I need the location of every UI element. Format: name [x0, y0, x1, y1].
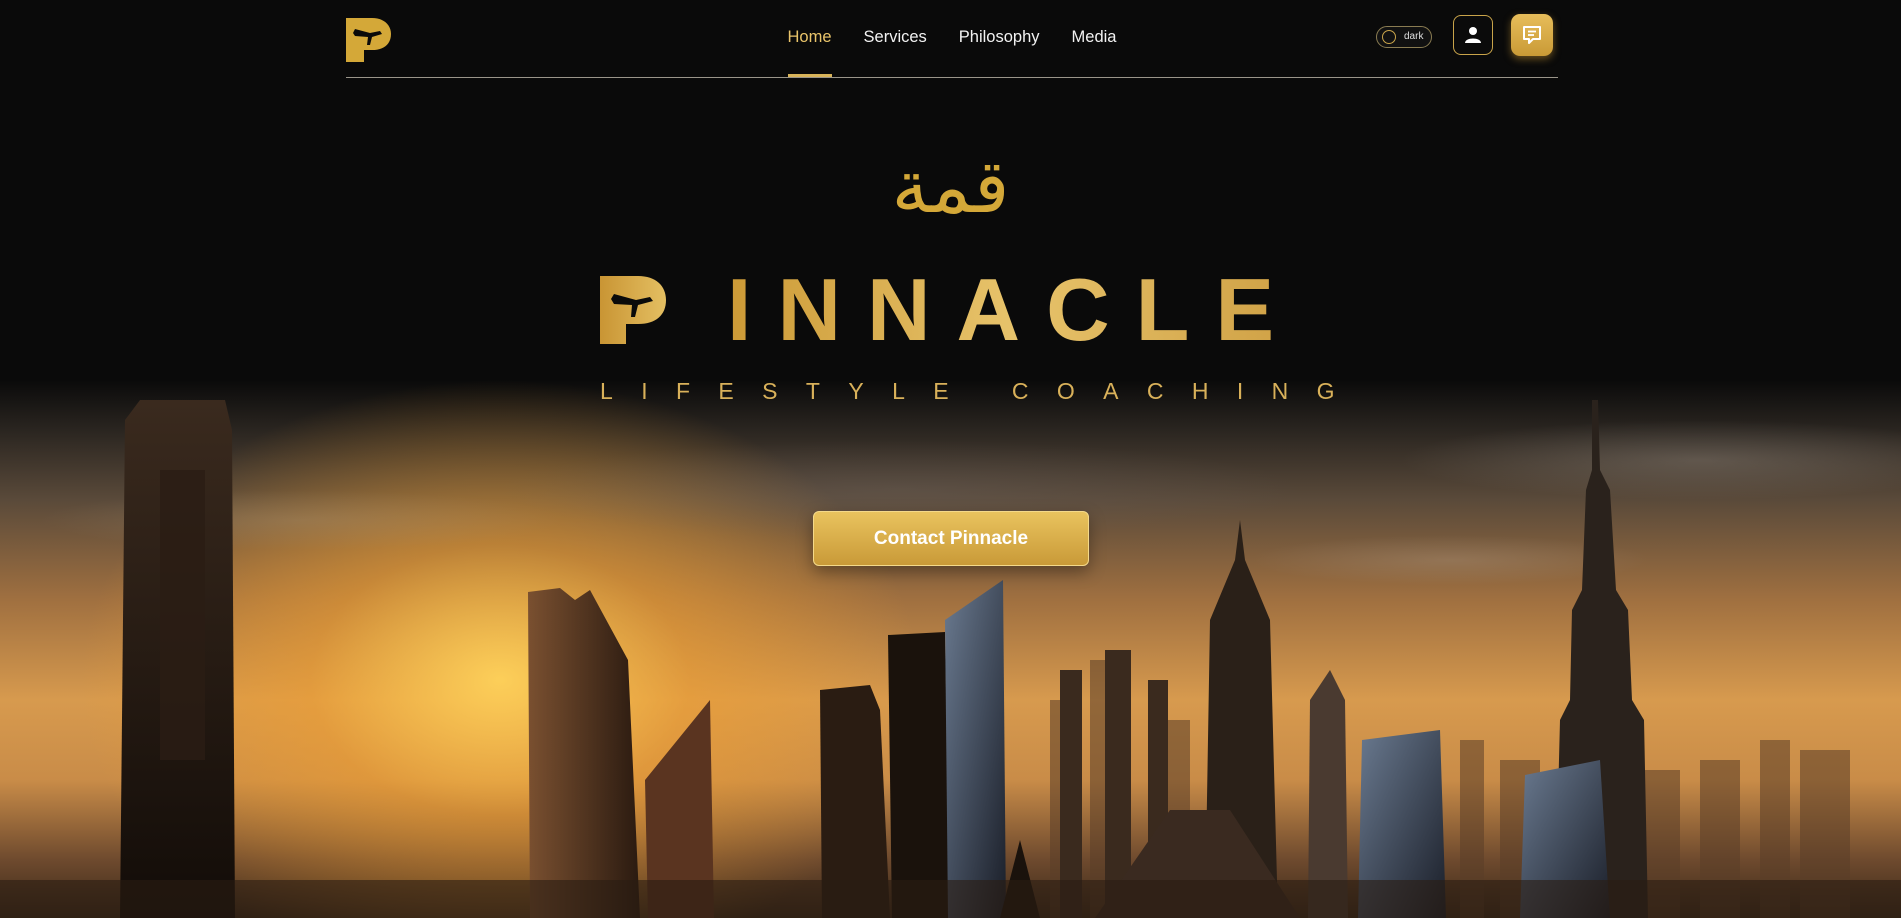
brand-name: INNACLE [727, 260, 1301, 359]
city-skyline [0, 400, 1901, 918]
brand-p-plane-icon [600, 276, 666, 344]
chat-button[interactable] [1511, 14, 1553, 56]
nav-services-link[interactable]: Services [864, 28, 927, 47]
theme-toggle-label: dark [1404, 31, 1424, 42]
brand-wordmark: INNACLE [600, 260, 1306, 359]
user-icon [1465, 27, 1481, 43]
user-button[interactable] [1453, 15, 1493, 55]
contact-pinnacle-button[interactable]: Contact Pinnacle [813, 511, 1089, 566]
nav-home-link[interactable]: Home [787, 28, 832, 77]
nav-media-link[interactable]: Media [1072, 28, 1117, 47]
tagline: LIFESTYLE COACHING [600, 378, 1363, 404]
moon-icon [1382, 30, 1396, 44]
hero-section [0, 0, 1901, 918]
chat-icon [1523, 26, 1541, 44]
arabic-title: قمة [891, 144, 1010, 230]
theme-toggle[interactable]: dark [1376, 26, 1432, 48]
top-navbar: Home Services Philosophy Media dark [346, 0, 1558, 78]
nav-philosophy-link[interactable]: Philosophy [959, 28, 1040, 47]
